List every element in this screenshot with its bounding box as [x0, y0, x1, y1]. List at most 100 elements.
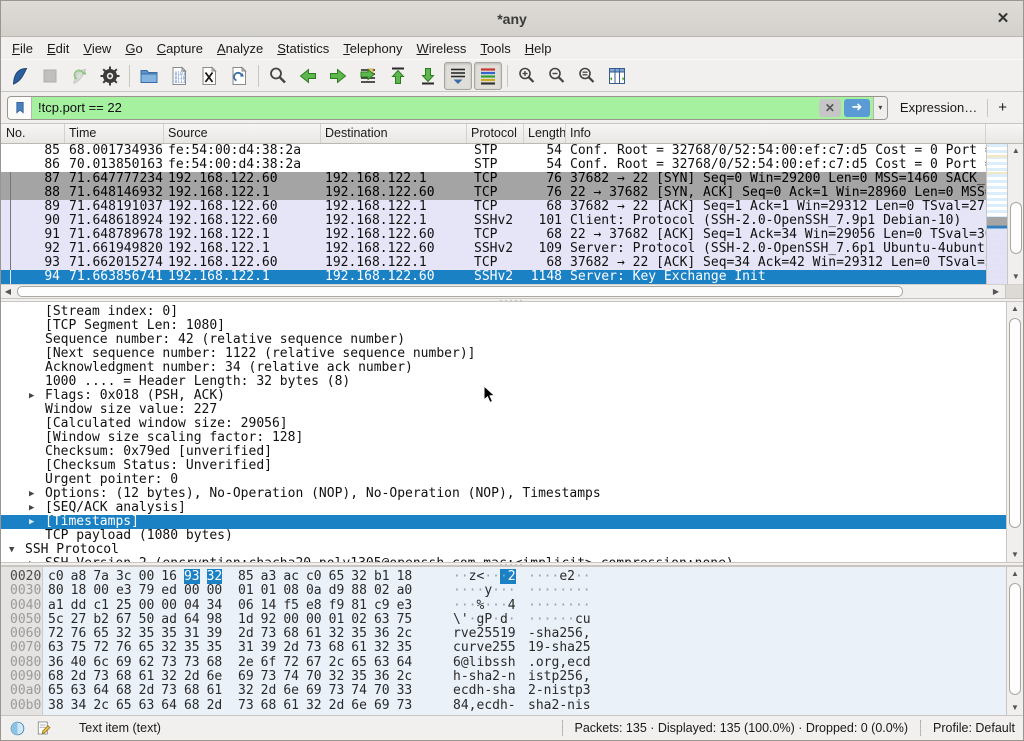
hex-byte[interactable]: 35 [207, 640, 223, 655]
ascii-char[interactable]: 2 [528, 683, 536, 698]
ascii-char[interactable]: - [536, 683, 544, 698]
hex-byte[interactable]: 98 [207, 612, 223, 627]
ascii-char[interactable]: 5 [492, 626, 500, 641]
hex-byte[interactable]: 50 [139, 612, 155, 627]
hex-byte[interactable]: 35 [351, 669, 367, 684]
ascii-char[interactable]: u [461, 640, 469, 655]
ascii-char[interactable]: y [484, 583, 492, 598]
hex-byte[interactable]: 2c [93, 698, 109, 713]
intelligent-scrollbar-minimap[interactable] [986, 144, 1007, 284]
hex-byte[interactable]: 33 [397, 683, 413, 698]
hex-byte[interactable]: 32 [116, 626, 132, 641]
hex-byte[interactable]: 35 [161, 626, 177, 641]
close-file-button[interactable] [195, 62, 223, 90]
packet-row-91[interactable]: 9171.648789678192.168.122.1192.168.122.6… [1, 228, 986, 242]
hex-byte[interactable]: 14 [261, 598, 277, 613]
ascii-char[interactable]: · [575, 583, 583, 598]
ascii-char[interactable]: · [559, 612, 567, 627]
detail-line[interactable]: ▶[Timestamps] [1, 515, 1008, 529]
packet-list-horizontal-scrollbar[interactable]: ◀ ▶ [1, 284, 1023, 298]
stop-capture-button[interactable] [36, 62, 64, 90]
ascii-char[interactable]: c [461, 683, 469, 698]
ascii-char[interactable]: · [492, 583, 500, 598]
hex-byte[interactable]: c1 [93, 598, 109, 613]
detail-line[interactable]: Acknowledgment number: 34 (relative ack … [1, 361, 1008, 375]
ascii-char[interactable]: s [559, 683, 567, 698]
hex-row-0060[interactable]: 006072766532353531392d7368613235362crve2… [1, 627, 1023, 641]
hex-byte[interactable]: 73 [329, 683, 345, 698]
ascii-char[interactable]: · [484, 569, 492, 584]
hex-byte[interactable]: 73 [261, 626, 277, 641]
menu-help[interactable]: Help [518, 39, 559, 58]
hex-byte[interactable]: 01 [238, 583, 254, 598]
ascii-char[interactable]: h [536, 698, 544, 713]
ascii-char[interactable]: , [559, 655, 567, 670]
hex-byte[interactable]: 73 [238, 698, 254, 713]
menu-tools[interactable]: Tools [473, 39, 517, 58]
hex-byte[interactable]: 61 [283, 698, 299, 713]
hex-byte[interactable]: a1 [48, 598, 64, 613]
ascii-char[interactable]: · [453, 569, 461, 584]
packet-row-93[interactable]: 9371.662015274192.168.122.60192.168.122.… [1, 256, 986, 270]
colorize-button[interactable] [474, 62, 502, 90]
column-header-destination[interactable]: Destination [321, 124, 467, 143]
hex-byte[interactable]: e8 [306, 598, 322, 613]
hex-byte[interactable]: 00 [184, 583, 200, 598]
ascii-char[interactable]: - [508, 698, 516, 713]
hex-byte[interactable]: 64 [161, 698, 177, 713]
hex-byte[interactable]: 32 [207, 569, 223, 584]
hex-byte[interactable]: ed [161, 583, 177, 598]
expanded-arrow-icon[interactable]: ▼ [9, 543, 14, 557]
hex-byte[interactable]: 36 [48, 655, 64, 670]
hex-byte[interactable]: 75 [397, 612, 413, 627]
packet-row-92[interactable]: 9271.661949820192.168.122.1192.168.122.6… [1, 242, 986, 256]
ascii-char[interactable]: h [559, 640, 567, 655]
hex-byte[interactable]: 32 [329, 669, 345, 684]
hex-byte[interactable]: 25 [116, 598, 132, 613]
display-filter-input[interactable] [32, 100, 819, 115]
ascii-char[interactable]: - [500, 669, 508, 684]
hex-byte[interactable]: 02 [374, 583, 390, 598]
expression-button[interactable]: Expression… [888, 100, 987, 115]
hex-byte[interactable]: 61 [306, 626, 322, 641]
hex-byte[interactable]: 61 [139, 669, 155, 684]
hex-byte[interactable]: 68 [329, 640, 345, 655]
hex-byte[interactable]: 2d [207, 698, 223, 713]
ascii-char[interactable]: · [567, 583, 575, 598]
hex-byte[interactable]: 76 [71, 626, 87, 641]
hex-byte[interactable]: 2d [184, 669, 200, 684]
hex-byte[interactable]: b2 [93, 612, 109, 627]
detail-line[interactable]: Urgent pointer: 0 [1, 473, 1008, 487]
ascii-char[interactable]: s [536, 626, 544, 641]
ascii-char[interactable]: v [461, 626, 469, 641]
ascii-char[interactable]: n [567, 698, 575, 713]
ascii-char[interactable]: · [528, 612, 536, 627]
ascii-char[interactable]: 5 [583, 640, 591, 655]
hex-byte[interactable]: 2d [238, 626, 254, 641]
collapsed-arrow-icon[interactable]: ▶ [29, 515, 34, 529]
hex-byte[interactable]: 88 [351, 583, 367, 598]
ascii-char[interactable]: 8 [453, 698, 461, 713]
hex-byte[interactable]: 6e [207, 669, 223, 684]
hex-byte[interactable]: 01 [329, 612, 345, 627]
hex-byte[interactable]: 1d [238, 612, 254, 627]
hex-byte[interactable]: 2d [71, 669, 87, 684]
packet-row-90[interactable]: 9071.648618924192.168.122.60192.168.122.… [1, 214, 986, 228]
ascii-char[interactable]: - [484, 683, 492, 698]
hex-row-0020[interactable]: 0020c0a87a3c0016933285a3acc06532b118··z<… [1, 570, 1023, 584]
ascii-char[interactable]: - [528, 626, 536, 641]
hex-byte[interactable]: 69 [306, 683, 322, 698]
hex-byte[interactable]: 63 [374, 612, 390, 627]
hex-byte[interactable]: 08 [283, 583, 299, 598]
column-header-no[interactable]: No. [1, 124, 65, 143]
ascii-char[interactable]: u [583, 612, 591, 627]
hex-byte[interactable]: 00 [139, 569, 155, 584]
menu-telephony[interactable]: Telephony [336, 39, 409, 58]
hex-byte[interactable]: 7a [93, 569, 109, 584]
ascii-char[interactable]: @ [461, 655, 469, 670]
hex-byte[interactable]: 68 [184, 683, 200, 698]
hex-byte[interactable]: 31 [238, 640, 254, 655]
hex-byte[interactable]: 65 [329, 569, 345, 584]
ascii-char[interactable]: · [567, 612, 575, 627]
menu-statistics[interactable]: Statistics [270, 39, 336, 58]
